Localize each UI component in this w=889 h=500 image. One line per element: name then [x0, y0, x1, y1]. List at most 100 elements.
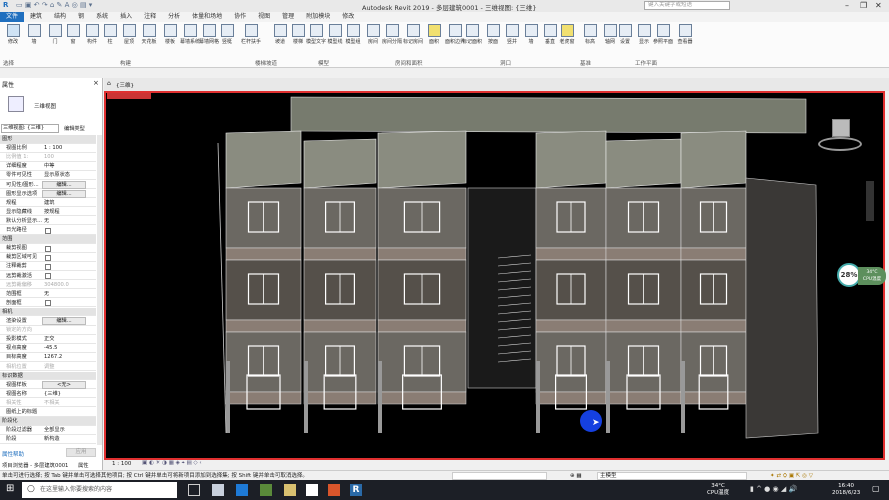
app-icon[interactable] [212, 484, 224, 496]
property-checkbox[interactable] [45, 245, 51, 252]
system-tray-icons[interactable]: ▮ ^ ● ◉ ◢ 🔊 [750, 485, 797, 493]
powerpoint-icon[interactable] [328, 484, 340, 496]
ribbon-tab[interactable]: 视图 [252, 12, 276, 22]
ribbon-button[interactable]: 标高 [580, 24, 600, 45]
ribbon-button[interactable]: 竖梃 [217, 24, 237, 45]
property-value[interactable]: 1 : 100 [44, 144, 62, 153]
property-value[interactable]: -45.5 [44, 344, 57, 353]
ribbon-button[interactable]: 天花板 [139, 24, 159, 45]
property-value[interactable]: 304800.0 [44, 281, 69, 290]
ribbon-tab[interactable]: 注释 [138, 12, 162, 22]
view-selector[interactable]: 三维视图: {三维} [1, 124, 59, 133]
ribbon-button[interactable]: 房间分隔 [382, 24, 402, 45]
view-scale[interactable]: 1 : 100 [112, 461, 131, 467]
view-tab-3d[interactable]: {三维} [116, 81, 134, 89]
task-view-icon[interactable] [188, 484, 200, 496]
ribbon-button[interactable]: 查看器 [675, 24, 695, 45]
edge-icon[interactable] [236, 484, 248, 496]
ribbon-tab[interactable]: 建筑 [24, 12, 48, 22]
property-value[interactable]: 不相关 [44, 399, 60, 408]
properties-scrollbar[interactable] [97, 135, 102, 445]
ribbon-button[interactable]: 房间 [363, 24, 383, 45]
property-value[interactable]: 正交 [44, 335, 54, 344]
ribbon-button[interactable]: 显示 [634, 24, 654, 45]
ribbon-button[interactable]: 幕墙网格 [199, 24, 219, 45]
property-value[interactable]: 无 [44, 217, 49, 226]
ribbon-button[interactable]: 标记房间 [403, 24, 423, 45]
property-value[interactable]: 中等 [44, 162, 54, 171]
cortana-icon[interactable]: ○ [27, 484, 35, 494]
ribbon-button[interactable]: 按面 [483, 24, 503, 45]
property-edit-button[interactable]: <无> [42, 380, 86, 389]
close-icon[interactable]: × [93, 79, 99, 87]
ribbon-button[interactable]: 标记面积 [462, 24, 482, 45]
revit-taskbar-icon[interactable]: R [350, 484, 362, 496]
ribbon-button[interactable]: 楼梯 [288, 24, 308, 45]
tab-project-browser[interactable]: 项目浏览器 - 多层建筑0001 [2, 461, 68, 469]
apply-button[interactable]: 应用 [66, 448, 96, 457]
ribbon-button[interactable]: 窗 [63, 24, 83, 45]
viewcube[interactable] [832, 119, 850, 137]
property-checkbox[interactable] [45, 273, 51, 279]
property-value[interactable]: {三维} [44, 390, 61, 399]
property-section[interactable]: 标识数据 [0, 371, 96, 381]
taskbar-search[interactable]: 在这里输入你要搜索的内容 [22, 482, 177, 498]
ribbon-button[interactable]: 设置 [615, 24, 635, 45]
ribbon-tab[interactable]: 修改 [336, 12, 360, 22]
3d-viewport[interactable]: 28% 34°C CPU温度 ➤ [104, 91, 886, 460]
property-checkbox[interactable] [45, 254, 51, 261]
notifications-icon[interactable]: ▢ [872, 484, 880, 493]
ribbon-tab[interactable]: 插入 [114, 12, 138, 22]
property-value[interactable]: 调整 [44, 363, 54, 372]
restore-button[interactable]: ❐ [860, 1, 867, 10]
property-checkbox[interactable] [45, 227, 51, 234]
ribbon-tab[interactable]: 分析 [162, 12, 186, 22]
ribbon-button[interactable]: 屋顶 [119, 24, 139, 45]
minimize-button[interactable]: – [845, 1, 849, 10]
ribbon-button[interactable]: 幕墙系统 [180, 24, 200, 45]
property-section[interactable]: 范围 [0, 235, 96, 244]
ribbon-tab[interactable]: 文件 [0, 12, 25, 22]
ribbon-button[interactable]: 模型线 [325, 24, 345, 45]
workset-selector[interactable] [452, 472, 547, 480]
ribbon-button[interactable]: 竖井 [502, 24, 522, 45]
ribbon-tab[interactable]: 协作 [228, 12, 252, 22]
search-input[interactable]: 键入关键字或短语 [644, 1, 730, 10]
navigation-bar[interactable] [866, 181, 874, 221]
revit-logo-icon[interactable]: R [3, 1, 8, 9]
property-value[interactable]: 新构造 [44, 435, 60, 444]
ribbon-button[interactable]: 参照平面 [653, 24, 673, 45]
ribbon-button[interactable]: 墙 [24, 24, 44, 45]
ribbon-button[interactable]: 柱 [100, 24, 120, 45]
quick-access-toolbar-icon[interactable]: ▭ ▣ ↶ ↷ ⌂ ✎ A ◎ ▤ ▾ [16, 1, 92, 9]
property-edit-button[interactable]: 编辑... [42, 180, 86, 189]
ribbon-tab[interactable]: 附加模块 [300, 12, 336, 22]
property-value[interactable]: 按规程 [44, 208, 60, 217]
ribbon-button[interactable]: 墙 [521, 24, 541, 45]
home-icon[interactable]: ⌂ [107, 80, 111, 87]
ribbon-button[interactable]: 面积 [424, 24, 444, 45]
ribbon-button[interactable]: 坡道 [270, 24, 290, 45]
ribbon-button[interactable]: 修改 [3, 24, 23, 45]
viewcube-compass[interactable] [818, 137, 862, 151]
property-edit-button[interactable]: 编辑... [42, 189, 86, 198]
property-section[interactable]: 阶段化 [0, 417, 96, 426]
ribbon-button[interactable]: 老虎窗 [557, 24, 577, 45]
ribbon-button[interactable]: 构件 [82, 24, 102, 45]
properties-help-link[interactable]: 属性帮助 [2, 450, 24, 458]
ribbon-button[interactable]: 楼板 [160, 24, 180, 45]
close-button[interactable]: ✕ [875, 1, 882, 10]
property-checkbox[interactable] [45, 263, 51, 270]
property-value[interactable]: 建筑 [44, 199, 54, 208]
ribbon-tab[interactable]: 系统 [90, 12, 114, 22]
photos-icon[interactable] [260, 484, 272, 496]
ribbon-button[interactable]: 门 [45, 24, 65, 45]
property-edit-button[interactable]: 编辑... [42, 317, 86, 325]
view-control-icons[interactable]: ▣ ◐ ☀ ◑ ▦ ◈ ⌖ ▤ ◇ ‹ [142, 460, 202, 467]
ribbon-tab[interactable]: 管理 [276, 12, 300, 22]
ribbon-button[interactable]: 模型文字 [306, 24, 326, 45]
tab-properties[interactable]: 属性 [78, 461, 89, 469]
windows-start-icon[interactable]: ⊞ [6, 483, 14, 494]
property-value[interactable]: 无 [44, 290, 49, 299]
property-value[interactable]: 100 [44, 153, 54, 162]
